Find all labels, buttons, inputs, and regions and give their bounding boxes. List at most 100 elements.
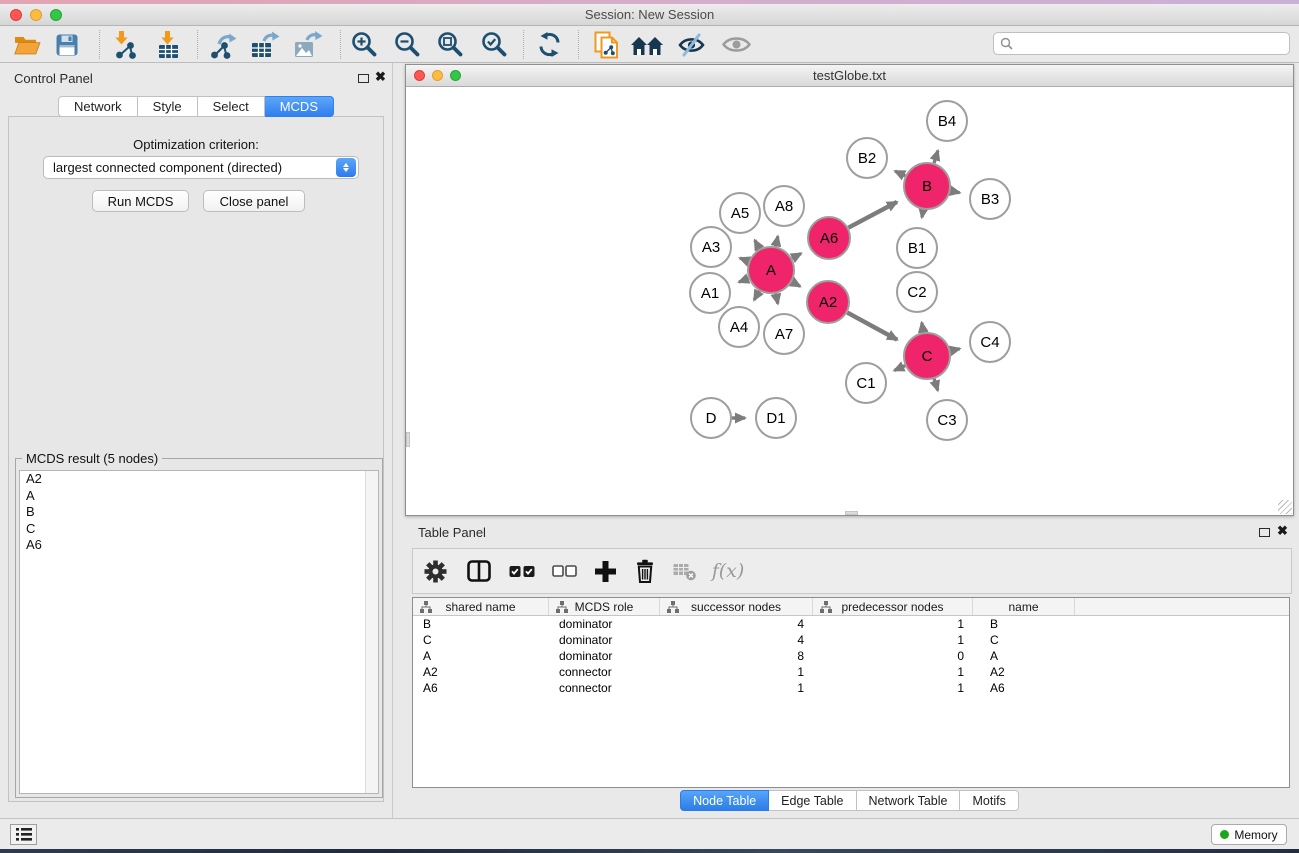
graph-edge-B-B4[interactable]: [934, 151, 938, 163]
network-vertical-scrollbar[interactable]: [406, 432, 410, 447]
result-item[interactable]: A6: [20, 537, 378, 554]
graph-edge-A2-C[interactable]: [847, 313, 897, 340]
network-graph: B4B2BB3A8A5A6A3B1AA1C2A2A4A7C4CC1DD1C3: [406, 87, 1293, 515]
graph-edge-C-C3[interactable]: [934, 379, 938, 391]
graph-edge-C-C1[interactable]: [894, 366, 905, 371]
graph-edge-C-C2[interactable]: [922, 323, 924, 333]
network-horizontal-scrollbar[interactable]: [845, 511, 858, 515]
hide-graphics-details-button[interactable]: [672, 28, 710, 61]
network-canvas[interactable]: B4B2BB3A8A5A6A3B1AA1C2A2A4A7C4CC1DD1C3: [406, 87, 1293, 515]
show-graphics-details-button[interactable]: [717, 28, 755, 61]
task-history-button[interactable]: [10, 824, 37, 845]
optimization-criterion-select[interactable]: largest connected component (directed): [43, 156, 359, 179]
result-list-scrollbar[interactable]: [365, 471, 378, 793]
mcds-result-list[interactable]: A2ABCA6: [19, 470, 379, 794]
main-toolbar: [0, 27, 1299, 63]
network-zoom-button[interactable]: [450, 70, 461, 81]
network-window-titlebar[interactable]: testGlobe.txt: [406, 65, 1293, 87]
graph-edge-B-B2[interactable]: [895, 171, 905, 176]
table-cell: A6: [413, 681, 549, 695]
open-session-button[interactable]: [8, 28, 46, 61]
table-row[interactable]: Cdominator41C: [413, 632, 1289, 648]
table-cell: dominator: [549, 649, 660, 663]
column-header-MCDS-role[interactable]: MCDS role: [549, 598, 660, 615]
table-row[interactable]: Bdominator41B: [413, 616, 1289, 632]
graph-edge-A-A3[interactable]: [740, 258, 749, 261]
clone-network-button[interactable]: [588, 28, 626, 61]
table-settings-button[interactable]: [413, 554, 457, 588]
result-item[interactable]: B: [20, 504, 378, 521]
delete-column-button[interactable]: [625, 554, 665, 588]
graph-edge-A-A7[interactable]: [776, 294, 778, 304]
table-panel-close-icon[interactable]: ✖: [1277, 523, 1288, 539]
graph-edge-C-C4[interactable]: [950, 349, 959, 351]
create-column-button[interactable]: [585, 554, 625, 588]
tab-select[interactable]: Select: [198, 96, 265, 117]
table-row[interactable]: Adominator80A: [413, 648, 1289, 664]
close-window-button[interactable]: [10, 9, 22, 21]
graph-node-label-D: D: [706, 410, 717, 427]
network-close-button[interactable]: [414, 70, 425, 81]
memory-button[interactable]: Memory: [1211, 824, 1287, 845]
tab-motifs[interactable]: Motifs: [960, 790, 1018, 811]
tab-network-table[interactable]: Network Table: [857, 790, 961, 811]
table-panel-title: Table Panel: [418, 525, 486, 540]
select-all-rows-button[interactable]: [501, 554, 543, 588]
graph-edge-A-A2[interactable]: [792, 282, 800, 287]
control-panel-close-icon[interactable]: ✖: [375, 69, 386, 85]
zoom-selected-button[interactable]: [475, 28, 513, 61]
network-minimize-button[interactable]: [432, 70, 443, 81]
tab-node-table[interactable]: Node Table: [680, 790, 769, 811]
graph-edge-B-B3[interactable]: [951, 191, 960, 193]
save-session-button[interactable]: [48, 28, 86, 61]
control-panel-float-icon[interactable]: [358, 74, 369, 83]
mcds-result-group: MCDS result (5 nodes) A2ABCA6: [15, 458, 383, 798]
zoom-out-button[interactable]: [388, 28, 426, 61]
graph-node-label-A2: A2: [819, 294, 837, 311]
export-table-button[interactable]: [246, 28, 284, 61]
memory-label: Memory: [1234, 828, 1277, 842]
houses-icon: [630, 34, 664, 56]
table-row[interactable]: A6connector11A6: [413, 680, 1289, 696]
fx-icon: f(x): [712, 560, 745, 582]
zoom-in-button[interactable]: [345, 28, 383, 61]
run-mcds-button[interactable]: Run MCDS: [92, 190, 189, 212]
close-panel-button[interactable]: Close panel: [203, 190, 305, 212]
result-item[interactable]: C: [20, 521, 378, 538]
column-header-name[interactable]: name: [973, 598, 1075, 615]
column-header-shared-name[interactable]: shared name: [413, 598, 549, 615]
first-neighbors-button[interactable]: [628, 28, 666, 61]
network-view-window: testGlobe.txt B4B2BB3A8A5A6A3B1AA1C2A2A4…: [405, 64, 1294, 516]
search-input[interactable]: [1013, 37, 1289, 51]
result-item[interactable]: A: [20, 488, 378, 505]
graph-edge-A6-B[interactable]: [848, 202, 897, 228]
table-row[interactable]: A2connector11A2: [413, 664, 1289, 680]
minimize-window-button[interactable]: [30, 9, 42, 21]
graph-node-label-A8: A8: [775, 198, 793, 215]
tab-mcds[interactable]: MCDS: [265, 96, 334, 117]
resize-grip-icon[interactable]: [1278, 500, 1292, 514]
export-network-button[interactable]: [204, 28, 242, 61]
graph-edge-A-A4[interactable]: [754, 291, 759, 300]
result-item[interactable]: A2: [20, 471, 378, 488]
export-image-button[interactable]: [289, 28, 327, 61]
graph-edge-A-A5[interactable]: [755, 240, 760, 249]
graph-edge-A-A6[interactable]: [792, 253, 801, 258]
column-header-successor-nodes[interactable]: successor nodes: [660, 598, 813, 615]
tab-network[interactable]: Network: [58, 96, 138, 117]
apply-layout-button[interactable]: [530, 28, 568, 61]
import-table-button[interactable]: [150, 28, 188, 61]
tab-style[interactable]: Style: [138, 96, 198, 117]
zoom-window-button[interactable]: [50, 9, 62, 21]
show-columns-button[interactable]: [457, 554, 501, 588]
import-network-button[interactable]: [106, 28, 144, 61]
deselect-all-rows-button[interactable]: [543, 554, 585, 588]
graph-edge-A-A1[interactable]: [739, 278, 749, 282]
table-panel-float-icon[interactable]: [1259, 528, 1270, 537]
search-field[interactable]: [993, 32, 1290, 55]
zoom-fit-button[interactable]: [431, 28, 469, 61]
graph-edge-B-B1[interactable]: [922, 210, 923, 218]
tab-edge-table[interactable]: Edge Table: [769, 790, 856, 811]
graph-edge-A-A8[interactable]: [776, 236, 778, 246]
column-header-predecessor-nodes[interactable]: predecessor nodes: [813, 598, 973, 615]
